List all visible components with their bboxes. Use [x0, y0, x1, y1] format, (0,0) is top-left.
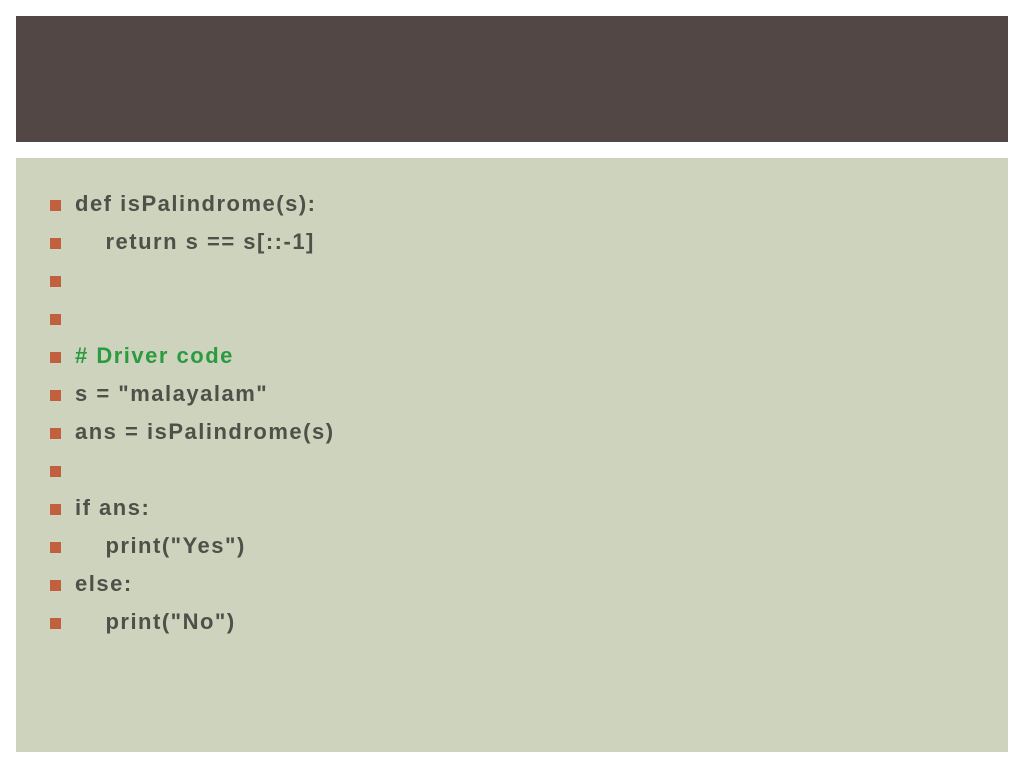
- code-line: [50, 452, 974, 488]
- code-line: print("No"): [50, 604, 974, 640]
- code-text: ans = isPalindrome(s): [75, 419, 335, 445]
- bullet-icon: [50, 504, 61, 515]
- bullet-icon: [50, 352, 61, 363]
- code-line: [50, 300, 974, 336]
- code-text: print("Yes"): [75, 533, 246, 559]
- bullet-icon: [50, 390, 61, 401]
- bullet-icon: [50, 466, 61, 477]
- bullet-icon: [50, 542, 61, 553]
- bullet-icon: [50, 428, 61, 439]
- code-line: [50, 262, 974, 298]
- bullet-icon: [50, 314, 61, 325]
- bullet-icon: [50, 200, 61, 211]
- slide: def isPalindrome(s): return s == s[::-1]…: [0, 0, 1024, 768]
- code-text: return s == s[::-1]: [75, 229, 315, 255]
- bullet-icon: [50, 276, 61, 287]
- content-area: def isPalindrome(s): return s == s[::-1]…: [16, 158, 1008, 752]
- header-bar: [16, 16, 1008, 142]
- bullet-icon: [50, 618, 61, 629]
- code-text: s = "malayalam": [75, 381, 268, 407]
- code-line: print("Yes"): [50, 528, 974, 564]
- code-line: ans = isPalindrome(s): [50, 414, 974, 450]
- code-text: if ans:: [75, 495, 150, 521]
- bullet-icon: [50, 238, 61, 249]
- code-line: else:: [50, 566, 974, 602]
- code-line: if ans:: [50, 490, 974, 526]
- code-line: return s == s[::-1]: [50, 224, 974, 260]
- code-text: def isPalindrome(s):: [75, 191, 316, 217]
- code-comment: # Driver code: [75, 343, 234, 369]
- code-text: else:: [75, 571, 133, 597]
- code-line: def isPalindrome(s):: [50, 186, 974, 222]
- code-text: print("No"): [75, 609, 236, 635]
- bullet-icon: [50, 580, 61, 591]
- code-line: s = "malayalam": [50, 376, 974, 412]
- code-line: # Driver code: [50, 338, 974, 374]
